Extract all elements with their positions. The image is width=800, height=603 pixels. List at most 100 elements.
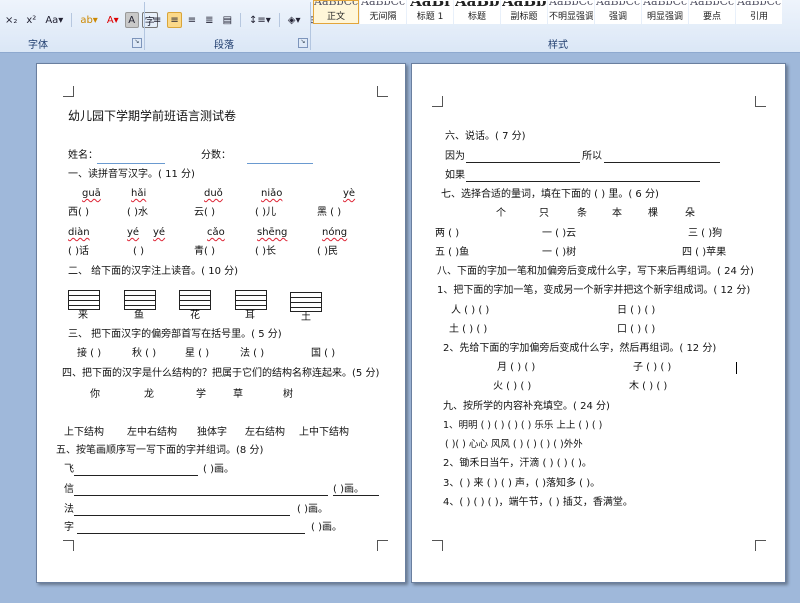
- styles-group-label: 样式: [548, 40, 568, 51]
- pinyin: niǎo: [261, 188, 283, 199]
- pinyin-grid[interactable]: [179, 290, 211, 310]
- font-color-icon[interactable]: A ▾: [104, 12, 122, 28]
- add-stroke-blank: 口 ( ) ( ): [617, 324, 656, 335]
- score-field-line[interactable]: [247, 162, 313, 164]
- question-3: 三、 把下面汉字的偏旁部首写在括号里。( 5 分): [68, 329, 282, 340]
- hanzi-blank: ( )水: [127, 207, 148, 218]
- margin-mark: [377, 86, 388, 97]
- pinyin-grid[interactable]: [124, 290, 156, 310]
- stroke-char: 飞: [64, 464, 74, 475]
- stroke-line[interactable]: [74, 514, 290, 516]
- group-divider: [310, 2, 311, 50]
- align-left-icon[interactable]: ≡: [150, 12, 164, 28]
- measure-blank: 一 ( )云: [542, 228, 577, 239]
- shading-icon[interactable]: ◈▾: [285, 12, 304, 28]
- structure-name: 上中下结构: [299, 427, 349, 438]
- style-preview: AaBbCcDd: [643, 0, 688, 8]
- style-preview: AaBbCcDd: [737, 0, 782, 8]
- margin-mark: [432, 96, 443, 107]
- line-spacing-icon[interactable]: ↕≡▾: [246, 12, 274, 28]
- struct-char: 树: [283, 389, 293, 400]
- style-preview: AaBbCcDd: [549, 0, 594, 8]
- style-gallery-item[interactable]: AaBbCcDd 不明显强调: [548, 0, 594, 24]
- fill-line: ( )( ) 心心 风风 ( ) ( ) ( ) ( )外外: [445, 439, 583, 450]
- margin-mark: [377, 540, 388, 551]
- style-gallery-item[interactable]: AaBbCcDd 无间隔: [360, 0, 406, 24]
- style-gallery-item[interactable]: AaBbC标题: [454, 0, 500, 24]
- measure-word: 棵: [648, 208, 658, 219]
- style-gallery-item[interactable]: AaBbCcDd 引用: [736, 0, 782, 24]
- sentence-line[interactable]: [466, 180, 700, 182]
- stroke-line[interactable]: [77, 532, 305, 534]
- hanzi-blank: ( ): [133, 246, 144, 257]
- paragraph-dialog-launcher[interactable]: ↘: [298, 38, 308, 48]
- align-center-icon[interactable]: ≡: [167, 12, 182, 28]
- page-2: 六、说话。( 7 分) 因为 所以 如果 七、选择合适的量词，填在下面的 ( )…: [411, 63, 786, 583]
- stroke-char: 信: [64, 484, 74, 495]
- fill-line: 3、( ) 来 ( ) ( ) 声，( )落知多 ( )。: [443, 478, 601, 489]
- add-stroke-blank: 人 ( ) ( ): [451, 305, 490, 316]
- char-label: 花: [190, 310, 200, 321]
- pinyin: yè: [343, 188, 356, 199]
- because-label: 因为: [445, 151, 465, 162]
- sentence-line[interactable]: [466, 161, 580, 163]
- char-label: 来: [78, 310, 88, 321]
- measure-word: 本: [612, 208, 622, 219]
- name-field-line[interactable]: [97, 162, 165, 164]
- radical-blank: 星 ( ): [185, 348, 210, 359]
- superscript-button[interactable]: x²: [23, 12, 39, 28]
- pinyin: hǎi: [131, 188, 147, 199]
- style-name: 标题 1: [416, 12, 444, 22]
- pinyin: guā: [82, 188, 101, 199]
- char-shade-icon[interactable]: A: [124, 12, 139, 28]
- measure-blank: 三 ( )狗: [688, 228, 723, 239]
- pinyin-grid[interactable]: [235, 290, 267, 310]
- style-preview: AaBbCcDd: [596, 0, 641, 8]
- font-dialog-launcher[interactable]: ↘: [132, 38, 142, 48]
- structure-name: 左中右结构: [127, 427, 177, 438]
- question-4: 四、把下面的汉字是什么结构的？把属于它们的结构名称连起来。(5 分): [62, 368, 380, 379]
- group-divider: [144, 2, 145, 50]
- measure-word: 朵: [685, 208, 695, 219]
- margin-mark: [63, 540, 74, 551]
- page-1: 幼儿园下学期学前班语言测试卷 姓名： 分数： 一、读拼音写汉字。( 11 分) …: [36, 63, 406, 583]
- sentence-line[interactable]: [604, 161, 720, 163]
- pinyin-grid[interactable]: [290, 292, 322, 312]
- structure-name: 上下结构: [64, 427, 104, 438]
- char-label: 耳: [245, 310, 255, 321]
- fill-line: 2、锄禾日当午，汗滴 ( ) ( ) ( )。: [443, 458, 592, 469]
- style-gallery-item[interactable]: AaBl 标题 1: [407, 0, 453, 24]
- style-name: 不明显强调: [549, 12, 594, 22]
- style-gallery-item[interactable]: AaBbCcDd 正文: [313, 0, 359, 24]
- stroke-line[interactable]: [74, 474, 198, 476]
- add-radical-blank: 子 ( ) ( ): [633, 362, 672, 373]
- stroke-line[interactable]: [74, 494, 328, 496]
- style-gallery-item[interactable]: AaBbCcDd 明显强调: [642, 0, 688, 24]
- structure-name: 独体字: [197, 427, 227, 438]
- style-gallery-item[interactable]: AaBbCcDd 强调: [595, 0, 641, 24]
- margin-mark: [755, 96, 766, 107]
- change-case-button[interactable]: Aa▾: [42, 12, 66, 28]
- style-name: 明显强调: [646, 12, 683, 22]
- subscript-button[interactable]: ×₂: [2, 12, 20, 28]
- style-gallery-item[interactable]: AaBbCcD 要点: [689, 0, 735, 24]
- style-gallery-item[interactable]: AaBbC副标题: [501, 0, 547, 24]
- text-cursor: [736, 362, 737, 374]
- question-1: 一、读拼音写汉字。( 11 分): [68, 169, 195, 180]
- ribbon: ×₂ x² Aa▾ ab▾ A ▾ A 字 字体 ↘ ≡ ≡ ≡ ≣ ▤ ↕≡▾ …: [0, 0, 800, 53]
- highlight-icon[interactable]: ab▾: [77, 12, 101, 28]
- question-7: 七、选择合适的量词，填在下面的 ( ) 里。( 6 分): [441, 189, 659, 200]
- distributed-icon[interactable]: ▤: [220, 12, 235, 28]
- hanzi-blank: 青( ): [194, 246, 215, 257]
- add-stroke-blank: 日 ( ) ( ): [617, 305, 656, 316]
- align-right-icon[interactable]: ≡: [185, 12, 199, 28]
- add-stroke-blank: 土 ( ) ( ): [449, 324, 488, 335]
- styles-gallery: AaBbCcDd正文AaBbCcDd无间隔AaBl标题 1AaBbC标题AaBb…: [313, 0, 783, 24]
- justify-icon[interactable]: ≣: [202, 12, 216, 28]
- struct-char: 学: [196, 389, 206, 400]
- pinyin: diàn: [68, 227, 90, 238]
- pinyin-grid[interactable]: [68, 290, 100, 310]
- pinyin: yé: [153, 227, 166, 238]
- hanzi-blank: ( )民: [317, 246, 338, 257]
- stroke-char: 字: [64, 522, 74, 533]
